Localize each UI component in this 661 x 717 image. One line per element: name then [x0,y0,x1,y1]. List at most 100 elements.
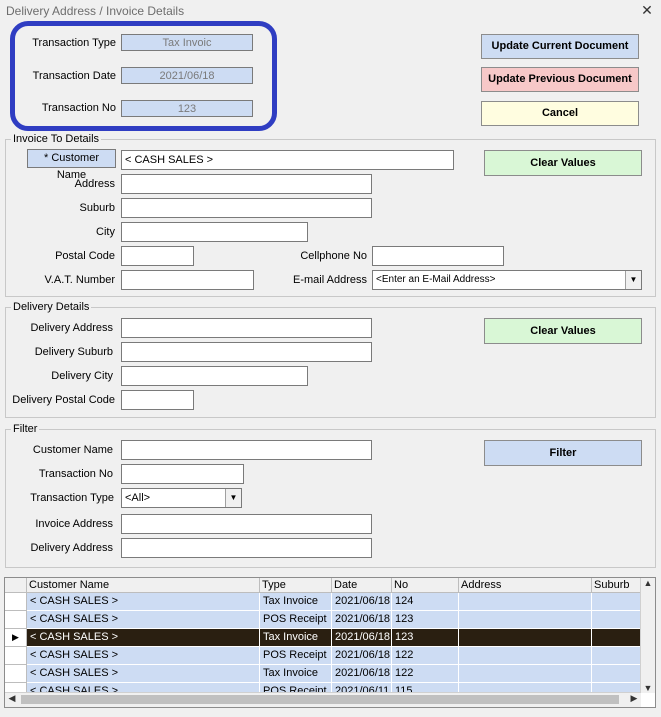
suburb-label: Suburb [79,202,115,214]
row-selector[interactable] [5,611,27,629]
city-input[interactable] [121,222,308,242]
delivery-clear-values-button[interactable]: Clear Values [484,318,642,344]
cell-address[interactable] [459,665,592,683]
cell-address[interactable] [459,647,592,665]
delivery-address-label: Delivery Address [30,322,113,334]
filter-transaction-type-value: <All> [125,492,151,504]
filter-delivery-address-label: Delivery Address [30,542,113,554]
cell-address[interactable] [459,593,592,611]
postal-code-label: Postal Code [55,250,115,262]
email-dropdown-value: <Enter an E-Mail Address> [376,274,496,285]
filter-customer-name-input[interactable] [121,440,372,460]
update-current-document-button[interactable]: Update Current Document [481,34,639,59]
cell-type[interactable]: Tax Invoice [260,629,332,647]
cell-no[interactable]: 124 [392,593,459,611]
highlight-outline [10,21,277,131]
cell-type[interactable]: Tax Invoice [260,593,332,611]
cell-customer-name[interactable]: < CASH SALES > [27,629,260,647]
cell-address[interactable] [459,629,592,647]
address-input[interactable] [121,174,372,194]
cell-no[interactable]: 122 [392,647,459,665]
delivery-postal-code-label: Delivery Postal Code [12,394,115,406]
email-dropdown[interactable]: <Enter an E-Mail Address> ▼ [372,270,642,290]
delivery-postal-code-input[interactable] [121,390,194,410]
cell-suburb[interactable] [592,629,642,647]
cell-address[interactable] [459,611,592,629]
window-title: Delivery Address / Invoice Details [6,4,185,18]
cell-suburb[interactable] [592,647,642,665]
email-label: E-mail Address [293,274,367,286]
close-icon[interactable]: ✕ [638,2,656,19]
cell-no[interactable]: 122 [392,665,459,683]
invoice-to-details-legend: Invoice To Details [11,133,102,145]
cell-type[interactable]: Tax Invoice [260,665,332,683]
filter-invoice-address-label: Invoice Address [35,518,113,530]
city-label: City [96,226,115,238]
cell-type[interactable]: POS Receipt [260,611,332,629]
invoice-clear-values-button[interactable]: Clear Values [484,150,642,176]
row-selector[interactable] [5,647,27,665]
column-header-customer-name[interactable]: Customer Name [27,578,260,593]
vertical-scrollbar[interactable]: ▲ ▼ [640,578,655,693]
horizontal-scrollbar[interactable]: ◀ ▶ [5,692,641,707]
customer-name-label: * Customer Name [27,149,116,181]
scroll-left-icon[interactable]: ◀ [5,693,19,704]
cell-type[interactable]: POS Receipt [260,647,332,665]
cell-suburb[interactable] [592,611,642,629]
cell-suburb[interactable] [592,665,642,683]
filter-invoice-address-input[interactable] [121,514,372,534]
cell-no[interactable]: 123 [392,611,459,629]
column-header-type[interactable]: Type [260,578,332,593]
customer-name-input[interactable]: < CASH SALES > [121,150,454,170]
cell-customer-name[interactable]: < CASH SALES > [27,647,260,665]
delivery-suburb-label: Delivery Suburb [34,346,113,358]
cell-date[interactable]: 2021/06/18 [332,593,392,611]
delivery-suburb-input[interactable] [121,342,372,362]
filter-transaction-no-input[interactable] [121,464,244,484]
delivery-city-label: Delivery City [51,370,113,382]
filter-button[interactable]: Filter [484,440,642,466]
address-label: Address [74,178,115,190]
column-header-date[interactable]: Date [332,578,392,593]
cell-customer-name[interactable]: < CASH SALES > [27,593,260,611]
cellphone-input[interactable] [372,246,504,266]
results-grid[interactable]: Customer Name Type Date No Address Subur… [4,577,656,708]
update-previous-document-button[interactable]: Update Previous Document [481,67,639,92]
column-header-address[interactable]: Address [459,578,592,593]
cell-date[interactable]: 2021/06/18 [332,665,392,683]
chevron-down-icon[interactable]: ▼ [625,271,641,289]
delivery-address-input[interactable] [121,318,372,338]
filter-legend: Filter [11,423,40,435]
postal-code-input[interactable] [121,246,194,266]
cellphone-label: Cellphone No [300,250,367,262]
cell-suburb[interactable] [592,593,642,611]
cell-date[interactable]: 2021/06/18 [332,611,392,629]
cancel-button[interactable]: Cancel [481,101,639,126]
row-selector[interactable]: ▶ [5,629,27,647]
delivery-city-input[interactable] [121,366,308,386]
chevron-down-icon[interactable]: ▼ [225,489,241,507]
column-header-suburb[interactable]: Suburb [592,578,642,593]
filter-transaction-type-dropdown[interactable]: <All> ▼ [121,488,242,508]
suburb-input[interactable] [121,198,372,218]
cell-date[interactable]: 2021/06/18 [332,647,392,665]
scroll-down-icon[interactable]: ▼ [641,683,655,693]
horizontal-scroll-thumb[interactable] [21,695,619,704]
filter-transaction-type-label: Transaction Type [30,492,114,504]
vat-number-input[interactable] [121,270,254,290]
scroll-right-icon[interactable]: ▶ [627,693,641,704]
cell-no[interactable]: 123 [392,629,459,647]
vat-number-label: V.A.T. Number [44,274,115,286]
column-header-no[interactable]: No [392,578,459,593]
cell-date[interactable]: 2021/06/18 [332,629,392,647]
cell-customer-name[interactable]: < CASH SALES > [27,611,260,629]
delivery-details-legend: Delivery Details [11,301,92,313]
filter-transaction-no-label: Transaction No [38,468,113,480]
row-selector[interactable] [5,593,27,611]
scroll-up-icon[interactable]: ▲ [641,578,655,588]
row-selector[interactable] [5,665,27,683]
filter-customer-name-label: Customer Name [32,444,113,456]
cell-customer-name[interactable]: < CASH SALES > [27,665,260,683]
filter-delivery-address-input[interactable] [121,538,372,558]
grid-corner [5,578,27,593]
